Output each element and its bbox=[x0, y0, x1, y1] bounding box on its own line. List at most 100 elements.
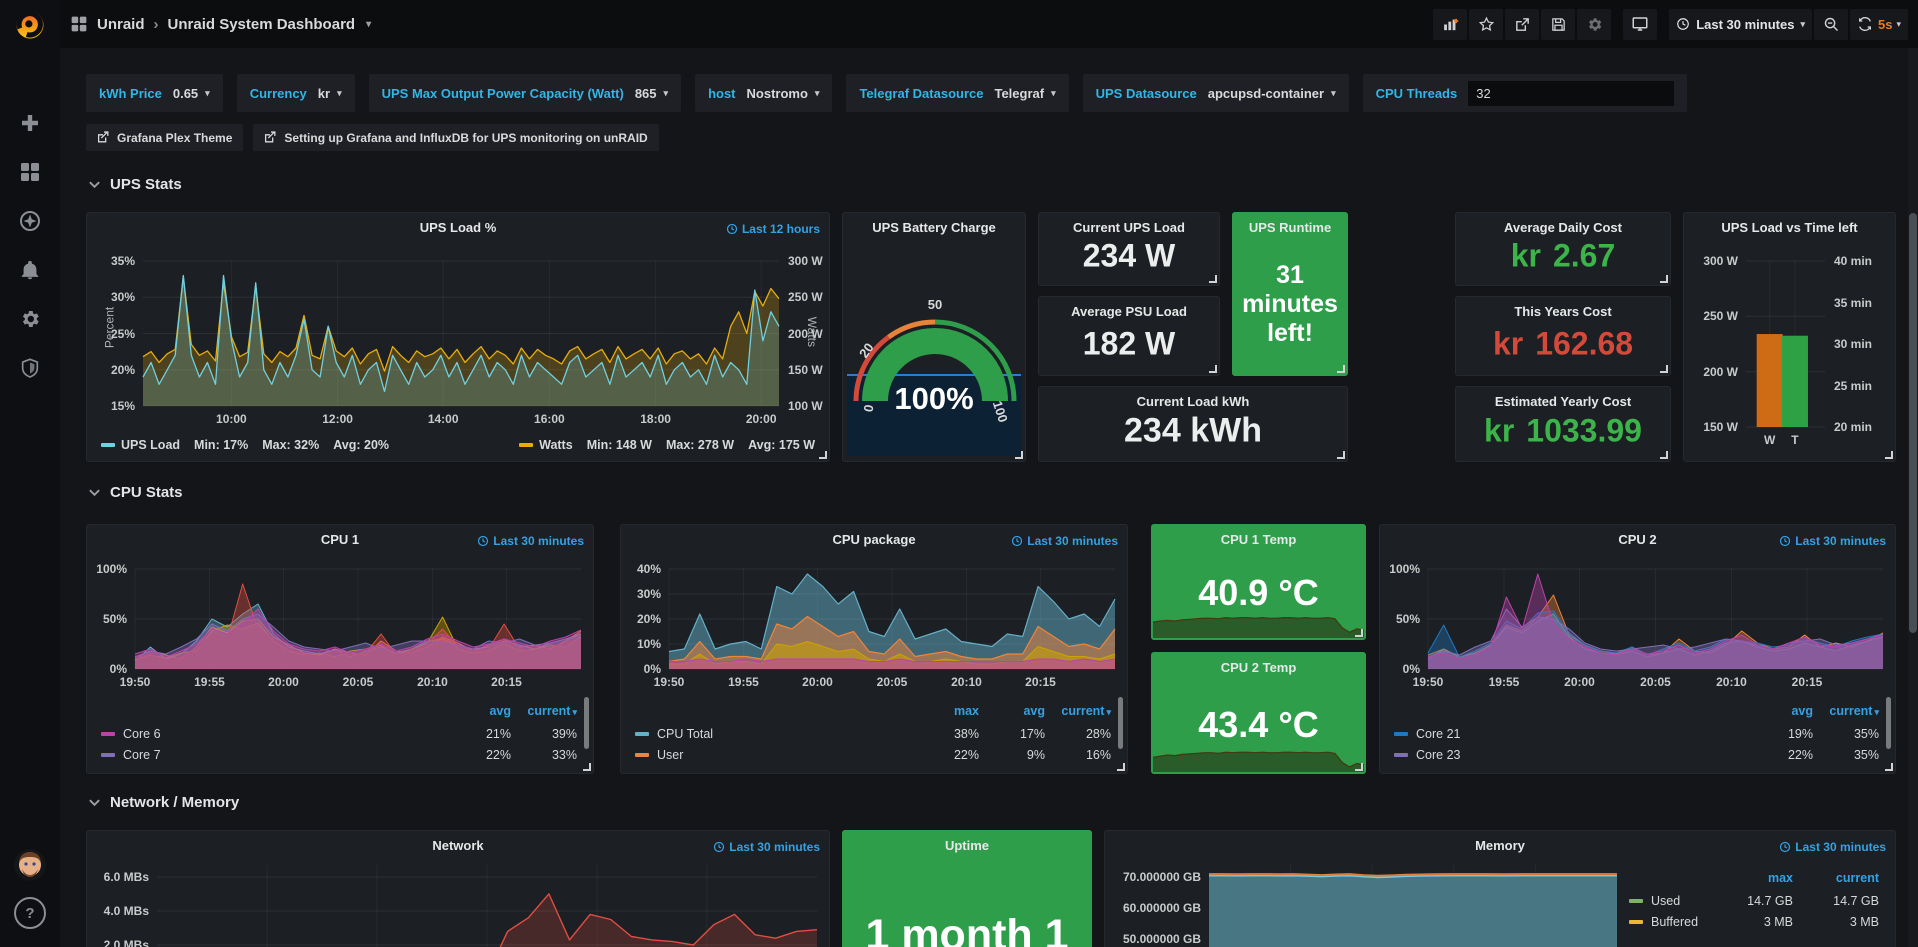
legend-scrollbar[interactable] bbox=[584, 697, 589, 749]
variable-ups-datasource[interactable]: UPS Datasource apcupsd-container▾ bbox=[1083, 74, 1349, 112]
legend-item[interactable]: UPS LoadMin: 17%Max: 32%Avg: 20% bbox=[101, 438, 389, 452]
refresh-interval[interactable]: 5s bbox=[1878, 17, 1892, 32]
panel-this-years-cost[interactable]: This Years Cost kr162.68 bbox=[1455, 296, 1671, 376]
section-ups-stats[interactable]: UPS Stats bbox=[88, 176, 182, 193]
panel-memory[interactable]: Memory Last 30 minutes 70.000000 GB60.00… bbox=[1104, 830, 1896, 947]
panel-title[interactable]: UPS Load % bbox=[87, 220, 829, 235]
zoom-out-button[interactable] bbox=[1814, 9, 1848, 40]
variable-value[interactable]: kr bbox=[318, 86, 330, 101]
panel-title[interactable]: UPS Battery Charge bbox=[843, 220, 1025, 235]
user-avatar[interactable] bbox=[14, 849, 46, 881]
panel-current-load-kwh[interactable]: Current Load kWh 234 kWh bbox=[1038, 386, 1348, 462]
panel-cpu2-temp[interactable]: CPU 2 Temp 43.4 °C bbox=[1151, 652, 1366, 774]
variable-value[interactable]: 865 bbox=[635, 86, 657, 101]
variable-telegraf-datasource[interactable]: Telegraf Datasource Telegraf▾ bbox=[846, 74, 1068, 112]
breadcrumb-folder[interactable]: Unraid bbox=[97, 16, 145, 33]
legend-scrollbar[interactable] bbox=[1886, 697, 1891, 749]
variable-value[interactable]: apcupsd-container bbox=[1208, 86, 1324, 101]
variable-kwh-price[interactable]: kWh Price 0.65▾ bbox=[86, 74, 223, 112]
panel-title[interactable]: UPS Runtime bbox=[1233, 220, 1347, 235]
variable-host[interactable]: host Nostromo▾ bbox=[695, 74, 832, 112]
network-plot[interactable]: 6.0 MBs4.0 MBs2.0 MBs bbox=[157, 865, 817, 947]
panel-network[interactable]: Network Last 30 minutes 6.0 MBs4.0 MBs2.… bbox=[86, 830, 830, 947]
variable-currency[interactable]: Currency kr▾ bbox=[237, 74, 355, 112]
panel-title[interactable]: Uptime bbox=[843, 838, 1091, 853]
time-badge[interactable]: Last 30 minutes bbox=[1779, 534, 1886, 548]
scrollbar-thumb[interactable] bbox=[1909, 213, 1917, 633]
link-grafana-plex-theme[interactable]: Grafana Plex Theme bbox=[86, 124, 243, 151]
title-caret-icon[interactable]: ▾ bbox=[366, 19, 371, 30]
panel-cpu-1[interactable]: CPU 1 Last 30 minutes 19:5019:5520:0020:… bbox=[86, 524, 594, 774]
ups-bar-plot[interactable]: 300 W250 W200 W150 W40 min35 min30 min25… bbox=[1746, 261, 1825, 427]
variable-cpu-threads[interactable]: CPU Threads 32 bbox=[1363, 74, 1688, 112]
legend-col-current[interactable]: current▾ bbox=[1045, 704, 1111, 718]
legend-row[interactable]: Core 722%33% bbox=[101, 744, 577, 765]
cpu-package-plot[interactable]: 19:5019:5520:0020:0520:1020:1540%30%20%1… bbox=[669, 569, 1115, 669]
refresh-caret-icon[interactable]: ▾ bbox=[1896, 19, 1901, 30]
create-plus-icon[interactable] bbox=[19, 112, 41, 134]
legend-col-current[interactable]: current▾ bbox=[511, 704, 577, 718]
time-badge[interactable]: Last 12 hours bbox=[726, 222, 820, 236]
panel-current-ups-load[interactable]: Current UPS Load 234 W bbox=[1038, 212, 1220, 286]
cpu2-plot[interactable]: 19:5019:5520:0020:0520:1020:15100%50%0% bbox=[1428, 569, 1883, 669]
dashboards-icon[interactable] bbox=[19, 161, 41, 183]
configuration-gear-icon[interactable] bbox=[19, 308, 41, 330]
save-button[interactable] bbox=[1541, 9, 1575, 40]
link-ups-monitoring-guide[interactable]: Setting up Grafana and InfluxDB for UPS … bbox=[253, 124, 658, 151]
share-button[interactable] bbox=[1505, 9, 1539, 40]
legend-col-max[interactable]: max bbox=[913, 704, 979, 718]
memory-plot[interactable]: 70.000000 GB60.000000 GB50.000000 GB bbox=[1209, 865, 1617, 947]
legend-row[interactable]: CPU Total38%17%28% bbox=[635, 723, 1111, 744]
section-cpu-stats[interactable]: CPU Stats bbox=[88, 484, 183, 501]
legend-col-current[interactable]: current▾ bbox=[1813, 704, 1879, 718]
panel-title[interactable]: CPU 2 Temp bbox=[1152, 660, 1365, 675]
panel-title[interactable]: CPU 1 Temp bbox=[1152, 532, 1365, 547]
panel-title[interactable]: Average Daily Cost bbox=[1456, 220, 1670, 235]
variable-value[interactable]: Nostromo bbox=[747, 86, 808, 101]
variable-ups-max-watt[interactable]: UPS Max Output Power Capacity (Watt) 865… bbox=[369, 74, 681, 112]
panel-ups-load[interactable]: UPS Load % Last 12 hours Percent Watts 1… bbox=[86, 212, 830, 462]
cycle-view-button[interactable] bbox=[1623, 9, 1657, 40]
legend-row[interactable]: Core 2322%35% bbox=[1394, 744, 1879, 765]
panel-cpu1-temp[interactable]: CPU 1 Temp 40.9 °C bbox=[1151, 524, 1366, 640]
time-badge[interactable]: Last 30 minutes bbox=[477, 534, 584, 548]
explore-compass-icon[interactable] bbox=[19, 210, 41, 232]
panel-title[interactable]: This Years Cost bbox=[1456, 304, 1670, 319]
panel-title[interactable]: Estimated Yearly Cost bbox=[1456, 394, 1670, 409]
panel-estimated-yearly-cost[interactable]: Estimated Yearly Cost kr1033.99 bbox=[1455, 386, 1671, 462]
legend-col-avg[interactable]: avg bbox=[979, 704, 1045, 718]
legend-col-current[interactable]: current bbox=[1793, 871, 1879, 885]
variable-value[interactable]: 0.65 bbox=[173, 86, 198, 101]
cpu1-plot[interactable]: 19:5019:5520:0020:0520:1020:15100%50%0% bbox=[135, 569, 581, 669]
panel-ups-runtime[interactable]: UPS Runtime 31 minutes left! bbox=[1232, 212, 1348, 376]
panel-cpu-2[interactable]: CPU 2 Last 30 minutes 19:5019:5520:0020:… bbox=[1379, 524, 1896, 774]
panel-average-psu-load[interactable]: Average PSU Load 182 W bbox=[1038, 296, 1220, 376]
alerting-bell-icon[interactable] bbox=[19, 259, 41, 281]
page-title[interactable]: Unraid System Dashboard bbox=[168, 16, 356, 33]
legend-col-avg[interactable]: avg bbox=[445, 704, 511, 718]
legend-scrollbar[interactable] bbox=[1118, 697, 1123, 749]
legend-item[interactable]: WattsMin: 148 WMax: 278 WAvg: 175 W bbox=[519, 438, 815, 452]
star-button[interactable] bbox=[1469, 9, 1503, 40]
refresh-button[interactable]: 5s ▾ bbox=[1850, 9, 1908, 40]
legend-col-max[interactable]: max bbox=[1707, 871, 1793, 885]
panel-uptime[interactable]: Uptime 1 month 1 bbox=[842, 830, 1092, 947]
time-badge[interactable]: Last 30 minutes bbox=[1011, 534, 1118, 548]
panel-title[interactable]: Memory bbox=[1105, 838, 1895, 853]
variable-value[interactable]: Telegraf bbox=[994, 86, 1044, 101]
legend-row[interactable]: Used14.7 GB14.7 GB bbox=[1629, 890, 1879, 911]
time-badge[interactable]: Last 30 minutes bbox=[1779, 840, 1886, 854]
cpu-threads-input[interactable]: 32 bbox=[1468, 81, 1674, 106]
section-network-memory[interactable]: Network / Memory bbox=[88, 794, 239, 811]
legend-row[interactable]: Core 2119%35% bbox=[1394, 723, 1879, 744]
dashboard-grid-icon[interactable] bbox=[70, 15, 88, 33]
time-badge[interactable]: Last 30 minutes bbox=[713, 840, 820, 854]
panel-cpu-package[interactable]: CPU package Last 30 minutes 19:5019:5520… bbox=[620, 524, 1128, 774]
page-scrollbar[interactable] bbox=[1908, 48, 1918, 947]
time-range-picker[interactable]: Last 30 minutes ▾ bbox=[1669, 9, 1812, 40]
grafana-logo-icon[interactable] bbox=[12, 7, 48, 48]
dashboard-settings-button[interactable] bbox=[1577, 9, 1611, 40]
panel-ups-battery-charge[interactable]: UPS Battery Charge 50 20 0 100 100% bbox=[842, 212, 1026, 462]
panel-title[interactable]: Average PSU Load bbox=[1039, 304, 1219, 319]
panel-average-daily-cost[interactable]: Average Daily Cost kr2.67 bbox=[1455, 212, 1671, 286]
